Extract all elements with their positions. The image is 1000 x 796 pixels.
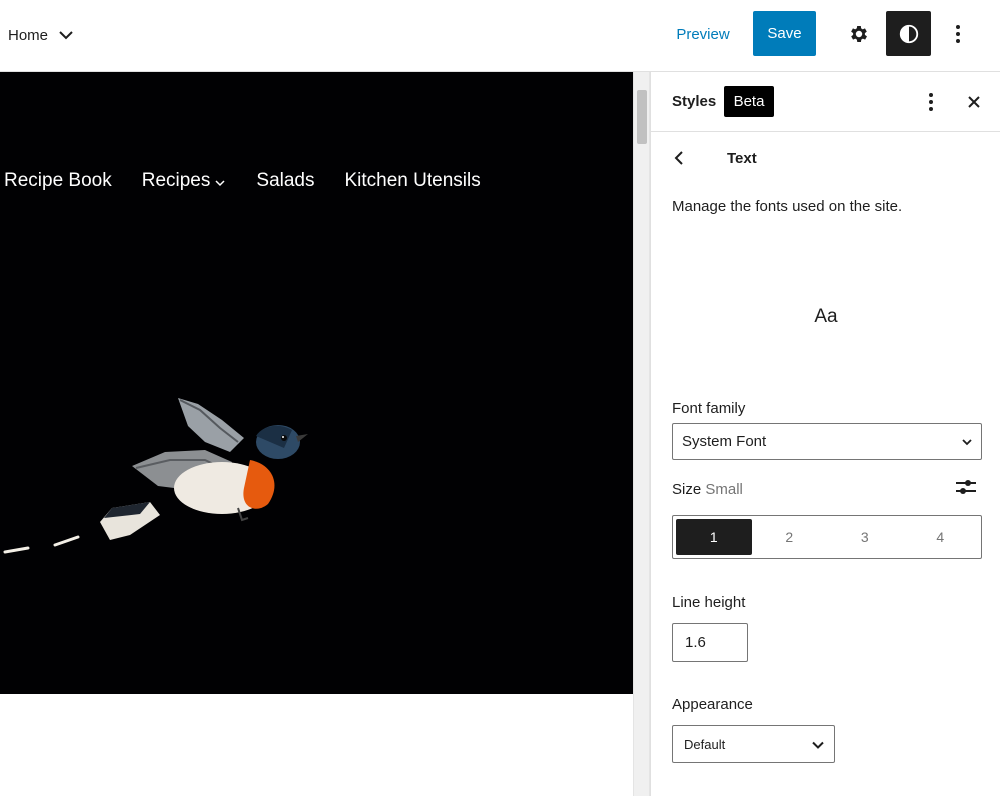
document-title-dropdown[interactable]: Home bbox=[8, 22, 76, 48]
chevron-down-icon bbox=[215, 179, 225, 186]
nav-item-label: Salads bbox=[256, 170, 315, 191]
editor-header: Home Preview Save bbox=[0, 0, 1000, 72]
preview-button[interactable]: Preview bbox=[664, 12, 742, 56]
custom-size-button[interactable] bbox=[953, 474, 979, 500]
site-navigation: Recipe Book Recipes Salads Kitchen Utens… bbox=[4, 170, 481, 192]
chevron-left-icon bbox=[674, 151, 683, 165]
hero-cover-block[interactable]: Recipe Book Recipes Salads Kitchen Utens… bbox=[0, 72, 633, 694]
appearance-select[interactable]: Default bbox=[672, 725, 835, 763]
save-button[interactable]: Save bbox=[753, 11, 816, 56]
size-option-3[interactable]: 3 bbox=[827, 519, 903, 555]
nav-item-label: Recipe Book bbox=[4, 170, 112, 191]
close-icon bbox=[968, 96, 980, 108]
font-family-label: Font family bbox=[672, 400, 746, 417]
panel-description: Manage the fonts used on the site. bbox=[672, 198, 903, 215]
font-family-select[interactable]: System Font bbox=[672, 423, 982, 460]
nav-item-salads[interactable]: Salads bbox=[256, 170, 314, 192]
size-option-4[interactable]: 4 bbox=[903, 519, 979, 555]
more-vertical-icon bbox=[956, 25, 960, 43]
size-option-2[interactable]: 2 bbox=[752, 519, 828, 555]
line-height-label: Line height bbox=[672, 594, 746, 611]
beta-badge: Beta bbox=[724, 86, 774, 117]
more-vertical-icon bbox=[929, 93, 933, 111]
back-button[interactable] bbox=[667, 146, 691, 170]
typography-preview: Aa bbox=[814, 306, 838, 327]
size-option-1[interactable]: 1 bbox=[676, 519, 752, 555]
chevron-down-icon bbox=[812, 741, 824, 749]
sidebar-header: Styles Beta bbox=[651, 72, 1000, 132]
nav-item-kitchen-utensils[interactable]: Kitchen Utensils bbox=[345, 170, 481, 192]
styles-toggle-button[interactable] bbox=[886, 11, 931, 56]
options-button[interactable] bbox=[938, 12, 978, 56]
nav-item-recipe-book[interactable]: Recipe Book bbox=[4, 170, 112, 192]
settings-button[interactable] bbox=[838, 12, 880, 56]
scrollbar-thumb[interactable] bbox=[637, 90, 647, 144]
font-size-toggle-group: 1 2 3 4 bbox=[672, 515, 982, 559]
size-label: Size bbox=[672, 481, 702, 498]
bird-illustration bbox=[3, 398, 308, 554]
font-family-value: System Font bbox=[682, 433, 767, 450]
chevron-down-icon bbox=[962, 439, 972, 446]
panel-title: Text bbox=[727, 150, 757, 167]
nav-item-label: Kitchen Utensils bbox=[344, 170, 481, 191]
chevron-down-icon bbox=[59, 31, 73, 40]
half-circle-contrast-icon bbox=[899, 24, 918, 43]
size-value: Small bbox=[705, 481, 743, 498]
size-label-row: Size Small bbox=[672, 481, 743, 498]
editor-canvas[interactable]: Recipe Book Recipes Salads Kitchen Utens… bbox=[0, 72, 633, 796]
line-height-input[interactable]: 1.6 bbox=[672, 623, 748, 662]
gear-icon bbox=[851, 26, 867, 42]
nav-item-recipes[interactable]: Recipes bbox=[142, 170, 227, 192]
sidebar-title: Styles bbox=[672, 93, 717, 110]
styles-sidebar: Styles Beta Text Manage the fonts used o… bbox=[650, 72, 1000, 796]
appearance-value: Default bbox=[684, 736, 726, 752]
document-title: Home bbox=[8, 26, 49, 44]
sliders-icon bbox=[956, 480, 976, 494]
canvas-scrollbar[interactable] bbox=[633, 72, 650, 796]
appearance-label: Appearance bbox=[672, 696, 753, 713]
sidebar-more-button[interactable] bbox=[917, 88, 945, 116]
nav-item-label: Recipes bbox=[141, 170, 211, 191]
sidebar-close-button[interactable] bbox=[960, 88, 988, 116]
